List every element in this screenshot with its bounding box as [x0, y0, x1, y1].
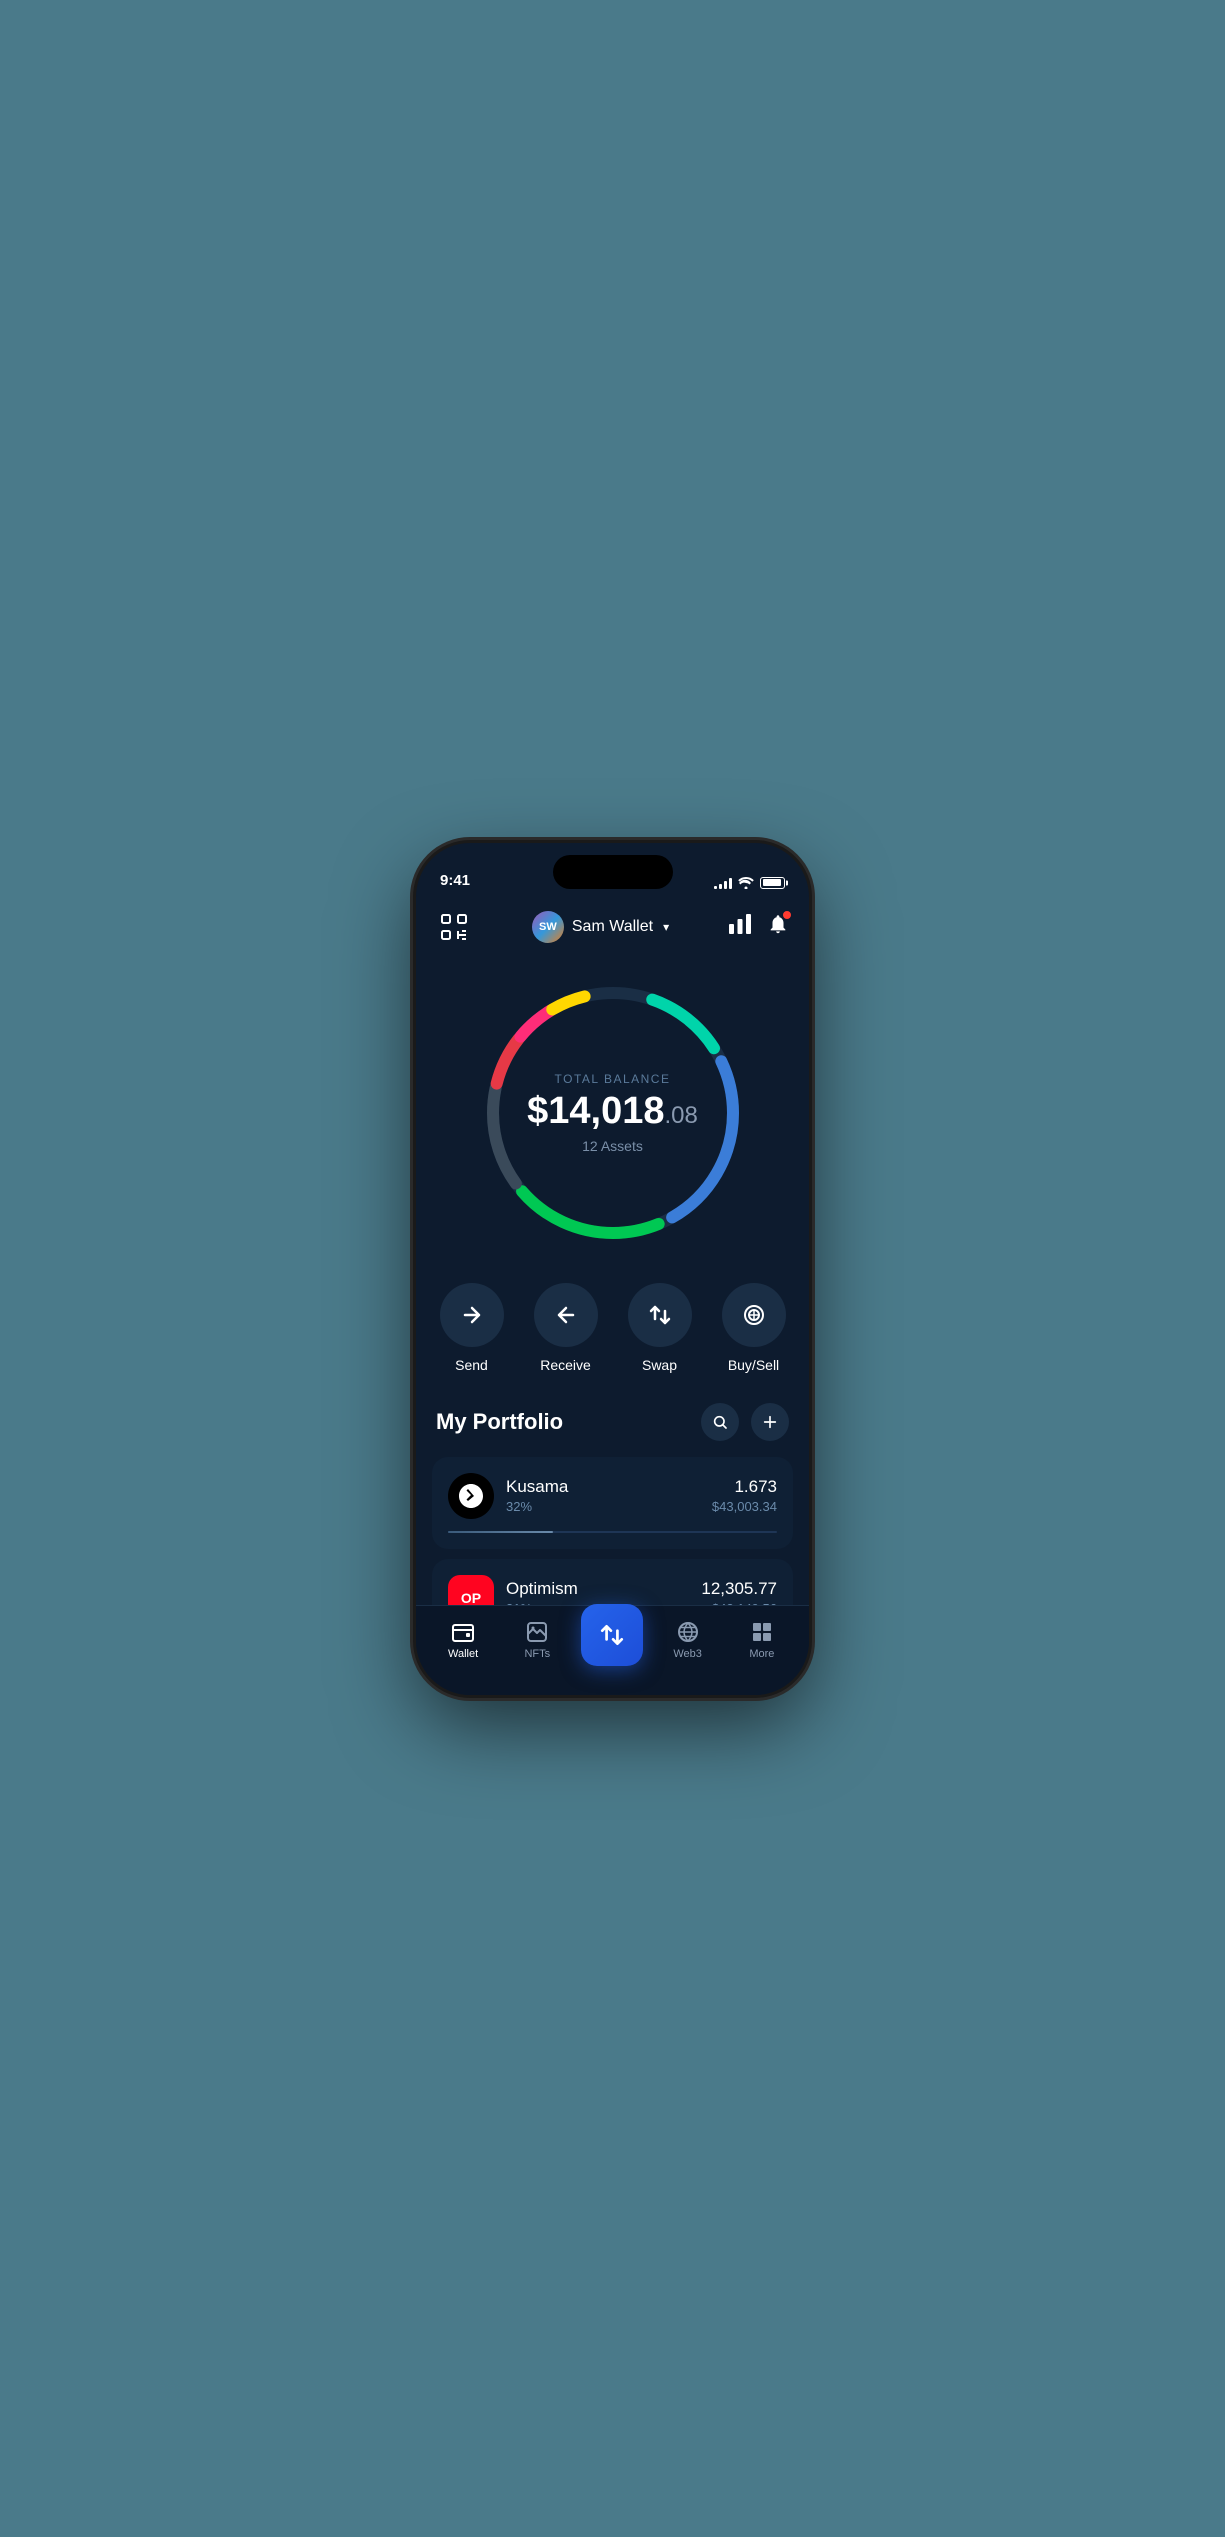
nav-wallet[interactable]: Wallet — [433, 1620, 493, 1660]
kusama-percent: 32% — [506, 1499, 700, 1514]
kusama-usd: $43,003.34 — [712, 1499, 777, 1514]
kusama-info: Kusama 32% — [506, 1477, 700, 1514]
kusama-amount: 1.673 — [712, 1477, 777, 1497]
web3-nav-label: Web3 — [673, 1648, 702, 1660]
wifi-icon — [738, 877, 754, 889]
swap-action[interactable]: Swap — [628, 1283, 692, 1373]
receive-button[interactable] — [534, 1283, 598, 1347]
bottom-nav: Wallet NFTs Web3 — [416, 1605, 809, 1695]
optimism-amount: 12,305.77 — [701, 1579, 777, 1599]
kusama-name: Kusama — [506, 1477, 700, 1497]
swap-button[interactable] — [628, 1283, 692, 1347]
action-buttons: Send Receive Swap — [416, 1263, 809, 1403]
signal-bars-icon — [714, 877, 732, 889]
balance-amount: $14,018.08 — [513, 1092, 713, 1130]
kusama-logo — [448, 1473, 494, 1519]
nav-web3[interactable]: Web3 — [658, 1620, 718, 1660]
more-nav-icon — [750, 1620, 774, 1644]
wallet-name-label: Sam Wallet — [572, 918, 653, 936]
send-label: Send — [455, 1357, 488, 1373]
chart-icon[interactable] — [729, 914, 751, 939]
battery-icon — [760, 877, 785, 889]
wallet-nav-label: Wallet — [448, 1648, 478, 1660]
status-time: 9:41 — [440, 872, 470, 889]
kusama-asset-card[interactable]: Kusama 32% 1.673 $43,003.34 — [432, 1457, 793, 1549]
kusama-progress-bar — [448, 1531, 777, 1533]
chevron-down-icon: ▾ — [663, 920, 669, 934]
notification-dot — [782, 910, 792, 920]
kusama-row: Kusama 32% 1.673 $43,003.34 — [448, 1473, 777, 1519]
bell-wrapper[interactable] — [767, 913, 789, 940]
scan-icon[interactable] — [436, 909, 472, 945]
nfts-nav-icon — [525, 1620, 549, 1644]
more-nav-label: More — [749, 1648, 774, 1660]
swap-label: Swap — [642, 1357, 677, 1373]
app-header: SW Sam Wallet ▾ — [416, 897, 809, 953]
avatar: SW — [532, 911, 564, 943]
portfolio-title: My Portfolio — [436, 1409, 563, 1435]
buysell-label: Buy/Sell — [728, 1357, 779, 1373]
phone-frame: 9:41 — [416, 843, 809, 1695]
main-content[interactable]: SW Sam Wallet ▾ — [416, 897, 809, 1695]
balance-display: TOTAL BALANCE $14,018.08 12 Assets — [513, 1072, 713, 1154]
send-button[interactable] — [440, 1283, 504, 1347]
nfts-nav-label: NFTs — [524, 1648, 550, 1660]
web3-nav-icon — [676, 1620, 700, 1644]
send-action[interactable]: Send — [440, 1283, 504, 1373]
optimism-name: Optimism — [506, 1579, 689, 1599]
kusama-progress-fill — [448, 1531, 553, 1533]
balance-section: TOTAL BALANCE $14,018.08 12 Assets — [416, 953, 809, 1263]
nav-center[interactable] — [581, 1604, 643, 1676]
balance-cents: .08 — [665, 1102, 698, 1129]
portfolio-header: My Portfolio — [432, 1403, 793, 1441]
nav-more[interactable]: More — [732, 1620, 792, 1660]
add-asset-button[interactable] — [751, 1403, 789, 1441]
center-action-button[interactable] — [581, 1604, 643, 1666]
nav-nfts[interactable]: NFTs — [507, 1620, 567, 1660]
wallet-nav-icon — [451, 1620, 475, 1644]
buysell-button[interactable] — [722, 1283, 786, 1347]
wallet-selector[interactable]: SW Sam Wallet ▾ — [532, 911, 669, 943]
dynamic-island — [553, 855, 673, 889]
receive-action[interactable]: Receive — [534, 1283, 598, 1373]
balance-assets-count: 12 Assets — [513, 1138, 713, 1154]
receive-label: Receive — [540, 1357, 591, 1373]
header-right — [729, 913, 789, 940]
buysell-action[interactable]: Buy/Sell — [722, 1283, 786, 1373]
search-button[interactable] — [701, 1403, 739, 1441]
balance-ring: TOTAL BALANCE $14,018.08 12 Assets — [473, 973, 753, 1253]
portfolio-actions — [701, 1403, 789, 1441]
balance-label: TOTAL BALANCE — [513, 1072, 713, 1086]
status-icons — [714, 877, 785, 889]
kusama-values: 1.673 $43,003.34 — [712, 1477, 777, 1514]
